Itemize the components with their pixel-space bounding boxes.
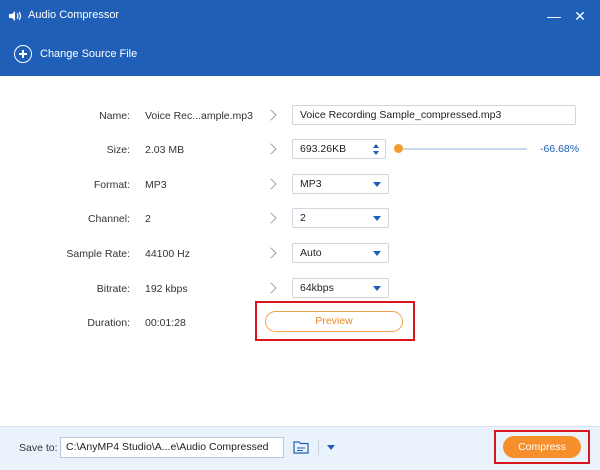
sample-rate-select[interactable]: Auto: [292, 243, 389, 263]
title-bar: Audio Compressor — ✕: [0, 0, 600, 32]
sample-rate-value: 44100 Hz: [145, 248, 190, 260]
chevron-right-icon: [265, 212, 277, 224]
format-value: MP3: [145, 179, 167, 191]
save-path-select[interactable]: C:\AnyMP4 Studio\A...e\Audio Compressed: [60, 437, 335, 458]
bitrate-label: Bitrate:: [96, 283, 130, 295]
window-title: Audio Compressor: [28, 9, 120, 21]
preview-highlight-box: [255, 301, 415, 341]
size-value: 2.03 MB: [145, 144, 185, 156]
spin-down-icon[interactable]: [373, 151, 379, 155]
chevron-right-icon: [265, 178, 277, 190]
sample-rate-label: Sample Rate:: [66, 248, 130, 260]
name-label: Name:: [99, 110, 130, 122]
size-label: Size:: [106, 144, 130, 156]
format-select-value: MP3: [300, 178, 322, 190]
channel-label: Channel:: [87, 213, 130, 225]
size-slider-track[interactable]: [399, 148, 527, 150]
chevron-right-icon: [265, 282, 277, 294]
size-slider-thumb[interactable]: [394, 144, 403, 153]
speaker-compress-icon: [9, 11, 22, 21]
format-select[interactable]: MP3: [292, 174, 389, 194]
chevron-right-icon: [265, 143, 277, 155]
chevron-right-icon: [265, 109, 277, 121]
dropdown-arrow-icon: [373, 182, 381, 187]
channel-select[interactable]: 2: [292, 208, 389, 228]
change-source-file-button[interactable]: Change Source File: [14, 43, 137, 65]
toolbar: Change Source File: [0, 32, 600, 76]
plus-circle-icon: [14, 45, 32, 63]
save-path-value: C:\AnyMP4 Studio\A...e\Audio Compressed: [66, 441, 269, 453]
save-to-label: Save to:: [19, 442, 58, 454]
dropdown-arrow-icon: [327, 445, 335, 450]
path-divider: [318, 440, 319, 455]
folder-icon[interactable]: [293, 440, 309, 454]
duration-value: 00:01:28: [145, 317, 186, 329]
chevron-right-icon: [265, 247, 277, 259]
bitrate-select[interactable]: 64kbps: [292, 278, 389, 298]
size-percent: -66.68%: [540, 143, 580, 155]
change-source-file-label: Change Source File: [40, 48, 138, 60]
bitrate-value: 192 kbps: [145, 283, 188, 295]
minimize-button[interactable]: —: [544, 6, 564, 26]
output-name-input[interactable]: Voice Recording Sample_compressed.mp3: [292, 105, 576, 125]
audio-compressor-window: Audio Compressor — ✕ Change Source File …: [0, 0, 600, 470]
name-value: Voice Rec...ample.mp3: [145, 110, 253, 122]
dropdown-arrow-icon: [373, 286, 381, 291]
format-label: Format:: [93, 179, 130, 191]
dropdown-arrow-icon: [373, 216, 381, 221]
bitrate-select-value: 64kbps: [300, 282, 334, 294]
size-stepper-value: 693.26KB: [300, 143, 347, 155]
duration-label: Duration:: [87, 317, 130, 329]
size-stepper[interactable]: 693.26KB: [292, 139, 386, 159]
channel-select-value: 2: [300, 212, 306, 224]
dropdown-arrow-icon: [373, 251, 381, 256]
compress-highlight-box: [494, 430, 590, 464]
close-button[interactable]: ✕: [570, 6, 590, 26]
spin-up-icon[interactable]: [373, 144, 379, 148]
channel-value: 2: [145, 213, 151, 225]
sample-rate-select-value: Auto: [300, 247, 322, 259]
